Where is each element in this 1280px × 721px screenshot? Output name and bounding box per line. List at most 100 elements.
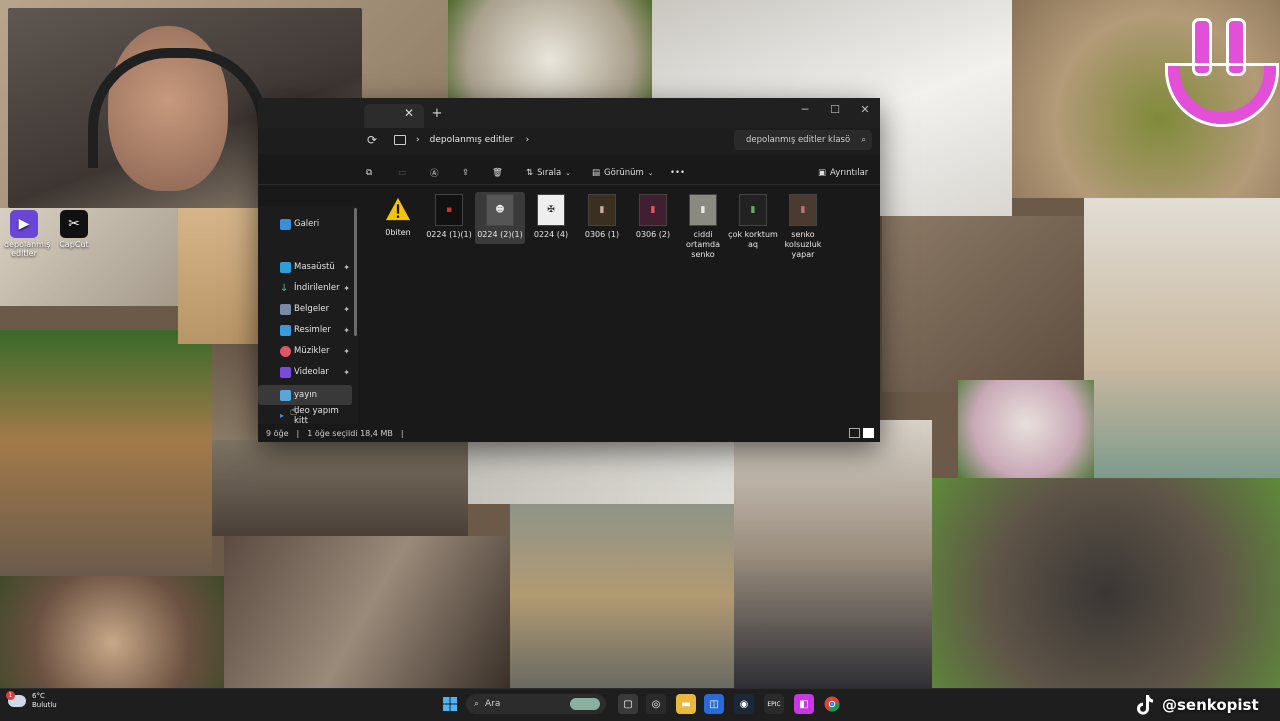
music-icon [280, 345, 291, 357]
copy-icon[interactable]: ⧉ [366, 162, 372, 184]
weather-temperature: 6°C [32, 692, 45, 700]
nav-item-videos[interactable]: Videolar ✦ [258, 362, 352, 382]
folder-image-icon [280, 389, 291, 401]
chevron-down-icon: ⌄ [565, 169, 572, 177]
nav-item-pictures[interactable]: Resimler ✦ [258, 320, 352, 340]
taskbar [0, 688, 1280, 721]
status-divider: | [296, 428, 300, 438]
chevron-down-icon: ⌄ [647, 169, 654, 177]
twitch-studio-icon[interactable]: ◧ [794, 694, 814, 714]
file-item[interactable]: ▮ çok korktum aq [728, 194, 778, 250]
pin-icon[interactable]: ✦ [343, 347, 350, 356]
epic-games-icon[interactable]: EPIC [764, 694, 784, 714]
nav-item-yayin[interactable]: yayın [258, 385, 352, 405]
path-current[interactable]: depolanmış editler [430, 135, 514, 145]
file-item[interactable]: ▮ senko kolsuzluk yapar [778, 194, 828, 260]
close-button[interactable]: ✕ [850, 98, 880, 120]
share-icon[interactable]: ⇪ [462, 162, 469, 184]
steam-icon[interactable]: ◉ [734, 694, 754, 714]
file-item[interactable]: ✠ 0224 (4) [526, 194, 576, 240]
pin-icon[interactable]: ✦ [343, 263, 350, 272]
wallpaper-photo-strip [212, 344, 260, 440]
wallpaper-photo-squirrel [0, 330, 212, 576]
download-icon: ↓ [280, 282, 289, 294]
pin-icon[interactable]: ✦ [343, 284, 350, 293]
video-thumbnail: ▮ [739, 194, 767, 226]
desktop-icon-capcut[interactable]: ✂ CapCut [54, 210, 94, 249]
wallpaper-photo-cat-close [178, 206, 260, 344]
video-thumbnail: ▮ [588, 194, 616, 226]
file-explorer-icon[interactable]: ▬ [676, 694, 696, 714]
wallpaper-photo-dog [510, 504, 734, 688]
path-separator-end: › [525, 135, 530, 145]
tiles-view-icon[interactable] [863, 428, 874, 438]
view-icon: ▤ [592, 168, 601, 178]
chrome-icon[interactable] [822, 694, 842, 714]
taskbar-search[interactable]: ⌕ Ara [466, 694, 606, 714]
wallpaper-photo-orangutan [932, 478, 1280, 688]
video-thumbnail: ☻ [486, 194, 514, 226]
file-item[interactable]: ▪ 0224 (1)(1) [424, 194, 474, 240]
address-bar[interactable]: › depolanmış editler › [394, 130, 728, 150]
nav-item-downloads[interactable]: ↓ İndirilenler ✦ [258, 278, 352, 298]
video-thumbnail: ✠ [537, 194, 565, 226]
minimize-button[interactable]: ─ [790, 98, 820, 120]
video-thumbnail: ▪ [435, 194, 463, 226]
details-view-icon[interactable] [849, 428, 860, 438]
pictures-icon [280, 324, 291, 336]
video-folder-icon: ▶ [10, 210, 38, 238]
task-view-icon[interactable]: ▢ [618, 694, 638, 714]
tiktok-watermark: @senkopist [1136, 694, 1259, 716]
search-input[interactable]: depolanmış editler klasö ⌕ [734, 130, 872, 150]
video-thumbnail: ▮ [789, 194, 817, 226]
details-button[interactable]: ▣ Ayrıntılar [818, 162, 868, 184]
file-item-selected[interactable]: ☻ 0224 (2)(1) [475, 192, 525, 244]
desktop-icon [280, 261, 291, 273]
status-bar: 9 öğe | 1 öğe seçildi 18,4 MB | [258, 424, 880, 442]
search-highlight-icon [570, 698, 600, 710]
wallpaper-photo-cat-jump [882, 216, 1084, 392]
capcut-icon: ✂ [60, 210, 88, 238]
new-tab-button[interactable]: + [430, 106, 444, 121]
weather-widget[interactable]: 1 6°C Bulutlu [6, 691, 57, 710]
sort-button[interactable]: ⇅ Sırala ⌄ [526, 162, 571, 184]
nav-item-music[interactable]: Müzikler ✦ [258, 341, 352, 361]
gallery-icon [280, 218, 291, 230]
nav-item-galeri[interactable]: Galeri [258, 214, 352, 234]
start-button[interactable] [440, 694, 460, 714]
video-thumbnail: ▮ [689, 194, 717, 226]
delete-icon[interactable]: 🗑 [492, 162, 503, 184]
wallpaper-photo-donkey [224, 536, 510, 688]
wallpaper-photo-controller [210, 440, 468, 536]
file-item[interactable]: ▮ ciddi ortamda senko [678, 194, 728, 260]
file-item[interactable]: 0biten [373, 194, 423, 238]
hand-cursor-icon: ☝ [290, 404, 298, 418]
tab-close-button[interactable]: ✕ [402, 106, 416, 120]
pin-icon[interactable]: ✦ [343, 305, 350, 314]
notification-badge: 1 [6, 691, 15, 700]
pin-icon[interactable]: ✦ [343, 368, 350, 377]
store-icon[interactable]: ◫ [704, 694, 724, 714]
refresh-icon[interactable]: ⟳ [364, 132, 380, 148]
nav-scrollbar[interactable] [354, 208, 357, 336]
rename-icon[interactable]: Ⓐ [430, 162, 439, 184]
tiktok-icon [1137, 695, 1153, 715]
nav-item-desktop[interactable]: Masaüstü ✦ [258, 257, 352, 277]
paste-icon[interactable]: ▭ [398, 162, 406, 184]
wallpaper-photo-monkey [0, 576, 224, 688]
search-icon: ⌕ [474, 699, 480, 709]
pin-icon[interactable]: ✦ [343, 326, 350, 335]
videos-icon [280, 366, 291, 378]
maximize-button[interactable]: ☐ [820, 98, 850, 120]
file-item[interactable]: ▮ 0306 (2) [628, 194, 678, 240]
more-options-button[interactable]: ••• [670, 162, 685, 184]
nav-item-video-kit[interactable]: ▸ deo yapım kitt [258, 406, 352, 426]
windows-icon [443, 697, 457, 711]
details-pane-icon: ▣ [818, 168, 827, 178]
file-item[interactable]: ▮ 0306 (1) [577, 194, 627, 240]
item-count: 9 öğe [266, 428, 289, 438]
view-button[interactable]: ▤ Görünüm ⌄ [592, 162, 654, 184]
nav-item-documents[interactable]: Belgeler ✦ [258, 299, 352, 319]
desktop-icon-folder[interactable]: ▶ depolanmış editler [4, 210, 50, 258]
app-icon-circle[interactable]: ◎ [646, 694, 666, 714]
